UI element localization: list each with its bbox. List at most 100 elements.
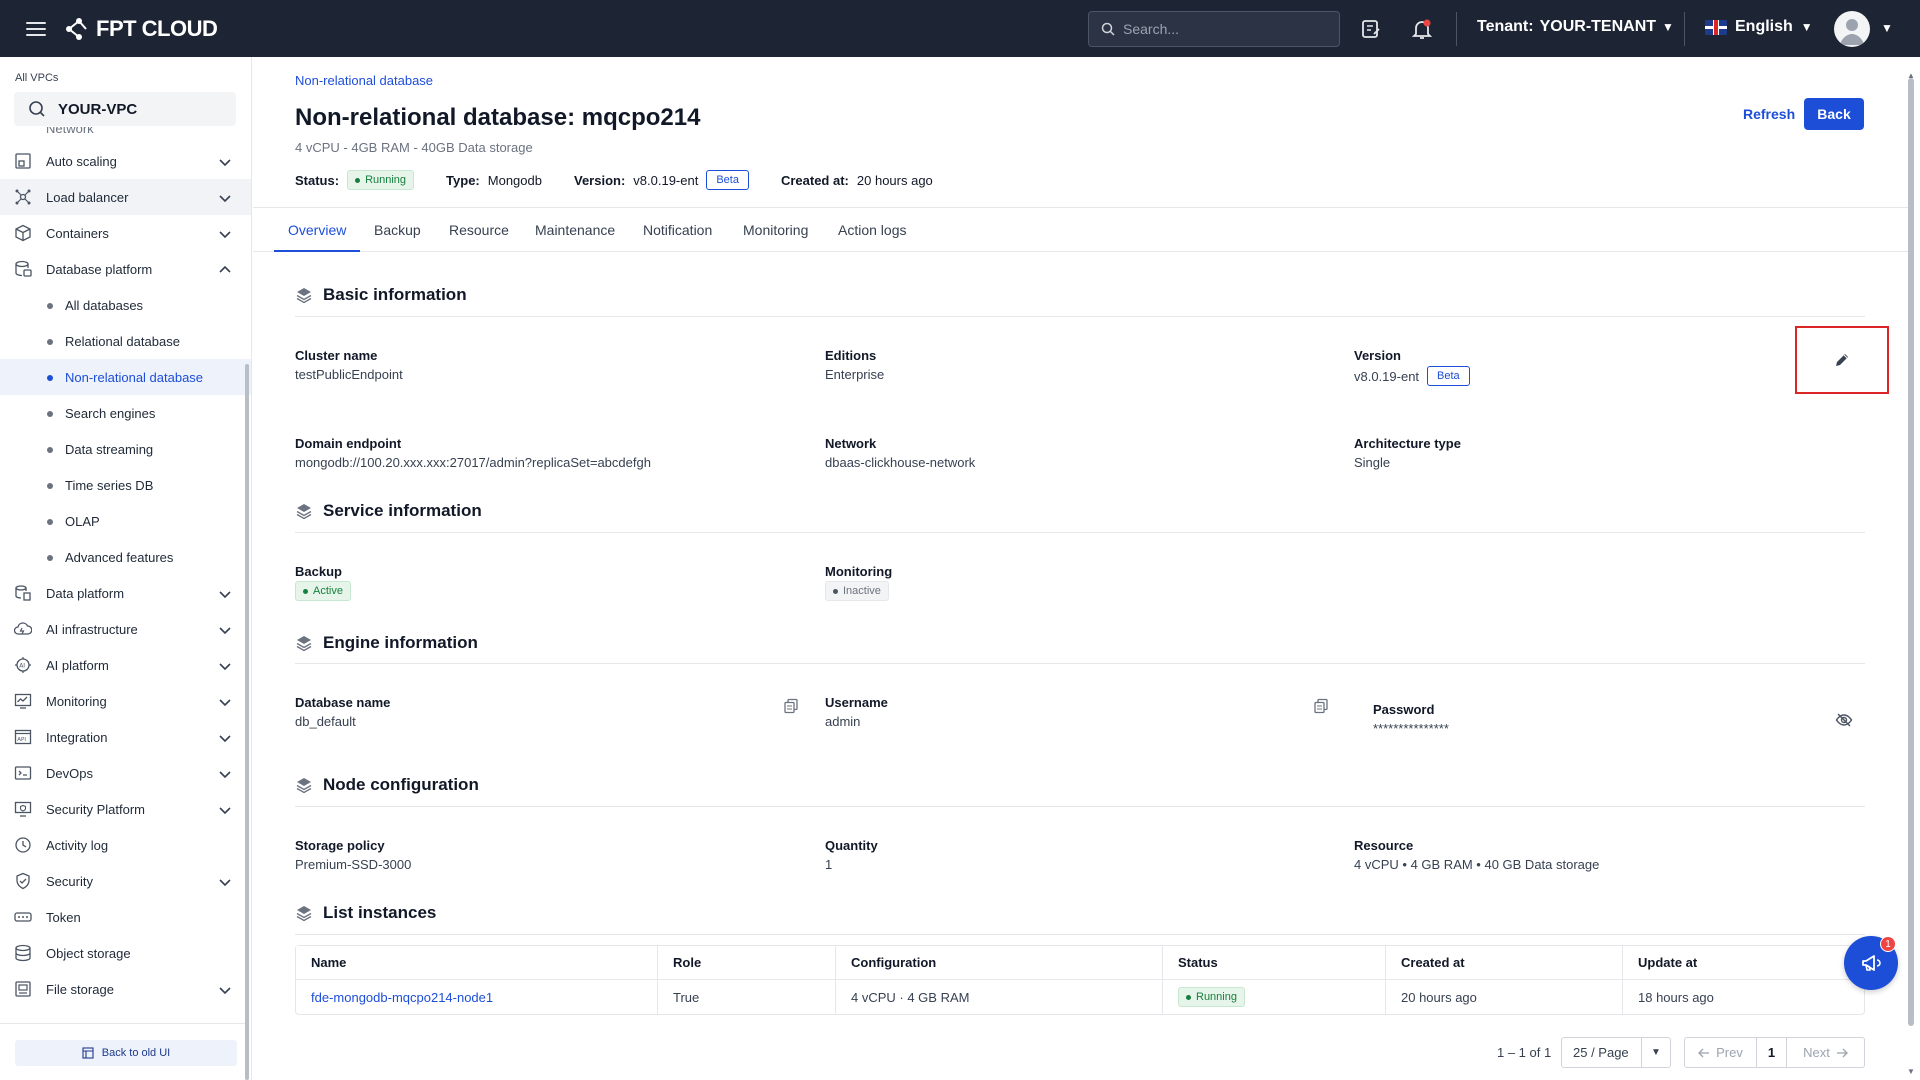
scroll-down-arrow-icon[interactable]: ▼: [1906, 1068, 1916, 1076]
vpc-label: All VPCs: [15, 72, 59, 84]
copy-username-icon[interactable]: [1313, 698, 1329, 714]
user-icon: [1840, 19, 1864, 45]
sidebar-item-ai-platform[interactable]: AI AI platform: [0, 647, 251, 683]
sidebar-subitem-data-streaming[interactable]: Data streaming: [0, 431, 251, 467]
resource-value: 4 vCPU • 4 GB RAM • 40 GB Data storage: [1354, 857, 1600, 872]
sidebar-item-ai-infrastructure[interactable]: AI infrastructure: [0, 611, 251, 647]
sidebar-item-integration[interactable]: API Integration: [0, 719, 251, 755]
topbar-divider: [1684, 12, 1685, 46]
layers-icon: [296, 778, 312, 794]
sidebar-item-activity-log[interactable]: Activity log: [0, 827, 251, 863]
back-button[interactable]: Back: [1804, 98, 1864, 130]
section-divider: [295, 806, 1865, 807]
arrow-right-icon: [1836, 1048, 1848, 1057]
status-badge: Running: [1178, 987, 1245, 1007]
sidebar-item-label: Database platform: [46, 261, 153, 277]
user-avatar[interactable]: [1834, 11, 1870, 47]
sidebar-nav: Network Auto scaling Load balancer Conta…: [0, 127, 251, 1007]
main-scrollbar[interactable]: [1908, 78, 1914, 1026]
sidebar-item-containers[interactable]: Containers: [0, 215, 251, 251]
version-field: v8.0.19-ent Beta: [1354, 366, 1470, 386]
load-balancer-icon: [15, 189, 31, 205]
notification-bell-icon[interactable]: [1409, 16, 1435, 42]
tenant-value: YOUR-TENANT: [1539, 18, 1657, 35]
sidebar-item-security[interactable]: Security: [0, 863, 251, 899]
brand-logo[interactable]: FPT CLOUD: [64, 14, 218, 44]
sidebar-subitem-search-engines[interactable]: Search engines: [0, 395, 251, 431]
sidebar-item-load-balancer[interactable]: Load balancer: [0, 179, 251, 215]
page-size-select[interactable]: 25 / Page ▼: [1561, 1037, 1671, 1068]
sidebar-subitem-relational-database[interactable]: Relational database: [0, 323, 251, 359]
sidebar-item-auto-scaling[interactable]: Auto scaling: [0, 143, 251, 179]
layers-icon: [296, 288, 312, 304]
architecture-type-label: Architecture type: [1354, 436, 1461, 451]
network-value: dbaas-clickhouse-network: [825, 455, 976, 470]
tab-resource[interactable]: Resource: [449, 222, 509, 238]
notes-icon[interactable]: [1358, 16, 1384, 42]
copy-database-name-icon[interactable]: [783, 698, 799, 714]
architecture-type-value: Single: [1354, 455, 1391, 470]
tab-overview[interactable]: Overview: [288, 222, 346, 238]
tab-maintenance[interactable]: Maintenance: [535, 222, 615, 238]
sidebar-subitem-time-series-db[interactable]: Time series DB: [0, 467, 251, 503]
sidebar-item-label: Activity log: [46, 837, 109, 853]
sidebar-subitem-advanced-features[interactable]: Advanced features: [0, 539, 251, 575]
section-engine-information: Engine information: [295, 633, 478, 653]
search-input[interactable]: [1123, 21, 1323, 37]
sidebar-item-label: Integration: [46, 729, 108, 745]
layers-icon: [296, 906, 312, 922]
username-value: admin: [825, 714, 861, 729]
page-number-button[interactable]: 1: [1757, 1038, 1787, 1067]
language-selector[interactable]: English ▼: [1705, 18, 1813, 36]
refresh-button[interactable]: Refresh: [1733, 98, 1805, 130]
global-search[interactable]: [1088, 11, 1340, 47]
sidebar-item-database-platform[interactable]: Database platform: [0, 251, 251, 287]
eye-off-toggle-icon[interactable]: [1835, 711, 1853, 729]
sidebar-item-file-storage[interactable]: File storage: [0, 971, 251, 1007]
breadcrumb-link[interactable]: Non-relational database: [295, 73, 433, 88]
sidebar-item-token[interactable]: Token: [0, 899, 251, 935]
sidebar-item-data-platform[interactable]: Data platform: [0, 575, 251, 611]
sidebar-item-network[interactable]: Network: [0, 127, 251, 143]
sidebar-subitem-olap[interactable]: OLAP: [0, 503, 251, 539]
sidebar-item-monitoring[interactable]: Monitoring: [0, 683, 251, 719]
sidebar-item-devops[interactable]: DevOps: [0, 755, 251, 791]
column-header-name: Name: [296, 946, 658, 980]
sidebar-subitem-label: OLAP: [65, 513, 100, 529]
instance-config-cell: 4 vCPU · 4 GB RAM: [836, 980, 1163, 1014]
edit-button-highlighted[interactable]: [1795, 326, 1889, 394]
sidebar-item-object-storage[interactable]: Object storage: [0, 935, 251, 971]
megaphone-icon: [1862, 955, 1881, 971]
tab-monitoring[interactable]: Monitoring: [743, 222, 808, 238]
layout-icon: [82, 1047, 94, 1059]
next-page-button[interactable]: Next: [1787, 1038, 1864, 1067]
uk-flag-icon: [1705, 19, 1727, 35]
tenant-selector[interactable]: Tenant: YOUR-TENANT ▼: [1477, 18, 1674, 36]
devops-icon: [14, 766, 32, 780]
status-badge: Inactive: [825, 581, 889, 601]
tab-action-logs[interactable]: Action logs: [838, 222, 906, 238]
type-value: Mongodb: [487, 172, 542, 188]
sidebar-item-security-platform[interactable]: Security Platform: [0, 791, 251, 827]
caret-down-icon: ▼: [1651, 1047, 1661, 1058]
caret-down-icon: ▼: [1662, 20, 1674, 34]
layers-icon: [296, 636, 312, 652]
vpc-selector[interactable]: YOUR-VPC: [14, 92, 236, 126]
instance-name-link[interactable]: fde-mongodb-mqcpo214-node1: [311, 990, 493, 1005]
column-header-update-at: Update at: [1623, 946, 1864, 980]
chevron-down-icon: [219, 879, 231, 887]
back-to-old-ui-button[interactable]: Back to old UI: [15, 1040, 237, 1066]
chevron-down-icon: [219, 699, 231, 707]
sidebar-scrollbar[interactable]: [245, 364, 249, 1080]
instance-updated-cell: 18 hours ago: [1638, 989, 1714, 1005]
hamburger-menu-icon[interactable]: [24, 17, 48, 41]
avatar-caret-icon[interactable]: ▼: [1881, 21, 1893, 35]
sidebar-item-label: Auto scaling: [46, 153, 117, 169]
tab-backup[interactable]: Backup: [374, 222, 421, 238]
sidebar-subitem-all-databases[interactable]: All databases: [0, 287, 251, 323]
sidebar-subitem-non-relational-database[interactable]: Non-relational database: [0, 359, 251, 395]
tab-notification[interactable]: Notification: [643, 222, 712, 238]
sidebar-subitem-label: Relational database: [65, 333, 180, 349]
auto-scaling-icon: [15, 153, 31, 169]
prev-page-button[interactable]: Prev: [1685, 1038, 1757, 1067]
